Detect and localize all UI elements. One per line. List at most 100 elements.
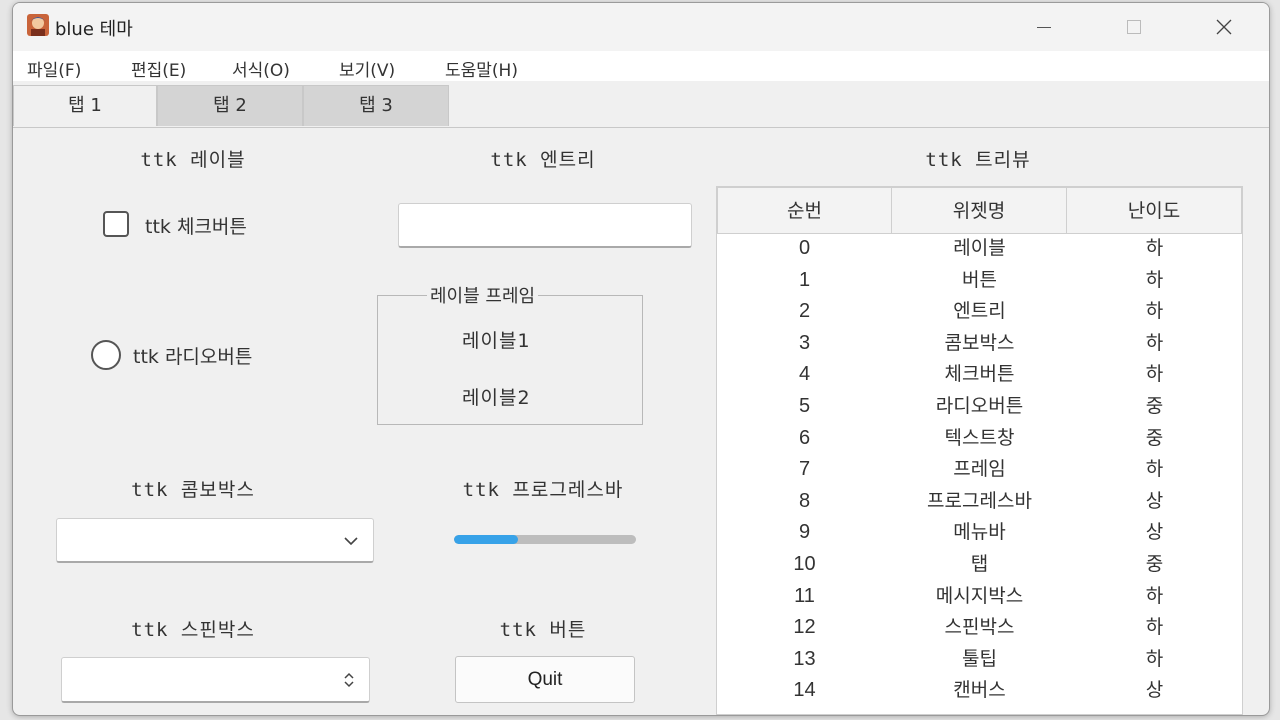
menu-edit[interactable]: 편집(E): [131, 56, 186, 81]
cell-index: 4: [798, 363, 811, 386]
cell-difficulty: 중: [1145, 553, 1164, 575]
menu-bar: 파일(F) 편집(E) 서식(O) 보기(V) 도움말(H): [13, 51, 1269, 81]
cell-index: 2: [798, 300, 811, 323]
spinbox[interactable]: [61, 657, 370, 703]
cell-widget: 툴팁: [962, 647, 997, 670]
cell-widget: 콤보박스: [944, 331, 1015, 354]
cell-widget: 라디오버튼: [935, 395, 1024, 417]
cell-difficulty: 하: [1145, 584, 1164, 607]
cell-index: 7: [798, 458, 811, 481]
chevron-down-icon[interactable]: [343, 535, 359, 547]
cell-widget: 레이블: [953, 237, 1006, 259]
combobox-heading: ttk 콤보박스: [131, 479, 255, 501]
column-header-widget[interactable]: 위젯명: [891, 187, 1067, 234]
table-row[interactable]: 11 메시지박스 하: [717, 581, 1242, 613]
table-row[interactable]: 1 버튼 하: [717, 265, 1242, 297]
label-frame: 레이블 프레임 레이블1 레이블2: [377, 282, 643, 425]
cell-difficulty: 하: [1145, 458, 1164, 481]
cell-index: 1: [798, 268, 811, 291]
column-header-index[interactable]: 순번: [717, 187, 892, 234]
combobox[interactable]: [56, 518, 374, 563]
spinbox-heading: ttk 스핀박스: [131, 619, 255, 641]
menu-help[interactable]: 도움말(H): [445, 56, 518, 81]
minimize-button[interactable]: [1014, 3, 1074, 51]
radiobutton-label[interactable]: ttk 라디오버튼: [133, 342, 252, 369]
up-down-chevron-icon[interactable]: [342, 670, 356, 690]
cell-widget: 체크버튼: [944, 363, 1015, 386]
table-row[interactable]: 5 라디오버튼 중: [717, 391, 1242, 423]
cell-difficulty: 상: [1145, 489, 1164, 512]
table-row[interactable]: 10 탭 중: [717, 549, 1242, 581]
cell-index: 3: [798, 331, 811, 354]
close-button[interactable]: [1194, 3, 1254, 51]
avatar-icon: [27, 14, 49, 36]
tab-2[interactable]: 탭 2: [157, 85, 303, 126]
table-row[interactable]: 7 프레임 하: [717, 454, 1242, 486]
label-frame-title: 레이블 프레임: [427, 282, 539, 308]
button-heading: ttk 버튼: [499, 619, 587, 641]
cell-difficulty: 하: [1145, 237, 1164, 259]
table-row[interactable]: 14 캔버스 상: [717, 675, 1242, 707]
title-bar[interactable]: blue 테마: [13, 3, 1269, 51]
column-header-difficulty[interactable]: 난이도: [1066, 187, 1242, 234]
table-row[interactable]: 0 레이블 하: [717, 233, 1242, 265]
tab-strip: 탭 1 탭 2 탭 3: [13, 81, 1269, 128]
cell-difficulty: 하: [1145, 300, 1164, 323]
tab-content: ttk 레이블 ttk 체크버튼 ttk 라디오버튼 ttk 콤보박스 ttk …: [13, 127, 1269, 715]
cell-index: 0: [798, 237, 811, 259]
treeview-heading: ttk 트리뷰: [925, 149, 1031, 171]
progressbar: [454, 535, 636, 544]
table-row[interactable]: 13 툴팁 하: [717, 644, 1242, 676]
table-row[interactable]: 9 메뉴바 상: [717, 517, 1242, 549]
table-row[interactable]: 3 콤보박스 하: [717, 328, 1242, 360]
menu-file[interactable]: 파일(F): [27, 56, 81, 81]
app-window: blue 테마 파일(F) 편집(E) 서식(O) 보기(V) 도움말(H) 탭…: [12, 2, 1270, 716]
cell-difficulty: 하: [1145, 331, 1164, 354]
cell-index: 9: [798, 521, 811, 544]
cell-index: 5: [798, 395, 811, 417]
maximize-icon: [1127, 20, 1141, 34]
minimize-icon: [1037, 26, 1051, 28]
table-row[interactable]: 2 엔트리 하: [717, 296, 1242, 328]
quit-button[interactable]: Quit: [455, 656, 635, 703]
cell-widget: 메뉴바: [953, 521, 1006, 544]
cell-index: 8: [798, 489, 811, 512]
tab-1[interactable]: 탭 1: [13, 85, 157, 126]
cell-widget: 프로그레스바: [927, 489, 1032, 512]
cell-widget: 엔트리: [953, 300, 1006, 323]
cell-difficulty: 하: [1145, 616, 1164, 639]
cell-index: 13: [793, 647, 816, 670]
cell-difficulty: 중: [1145, 395, 1164, 417]
progressbar-fill: [454, 535, 518, 544]
cell-widget: 메시지박스: [935, 584, 1024, 607]
close-icon: [1216, 19, 1232, 35]
cell-widget: 탭: [970, 553, 989, 575]
table-row[interactable]: 8 프로그레스바 상: [717, 486, 1242, 518]
cell-index: 10: [793, 553, 816, 575]
treeview[interactable]: 순번 위젯명 난이도 0 레이블 하 1 버튼 하 2 엔트리 하 3 콤보박스 하 4 체크버튼 하 5 라디…: [716, 186, 1243, 715]
cell-difficulty: 하: [1145, 268, 1164, 291]
label-frame-label-2: 레이블2: [462, 387, 531, 409]
cell-index: 14: [793, 679, 816, 702]
checkbutton-label[interactable]: ttk 체크버튼: [145, 212, 247, 239]
window-title: blue 테마: [55, 19, 133, 40]
table-row[interactable]: 4 체크버튼 하: [717, 359, 1242, 391]
cell-difficulty: 중: [1145, 426, 1164, 449]
table-row[interactable]: 12 스핀박스 하: [717, 612, 1242, 644]
cell-index: 6: [798, 426, 811, 449]
maximize-button[interactable]: [1104, 3, 1164, 51]
cell-difficulty: 하: [1145, 363, 1164, 386]
radio-icon[interactable]: [91, 340, 121, 370]
tab-3[interactable]: 탭 3: [303, 85, 449, 126]
cell-difficulty: 상: [1145, 521, 1164, 544]
label-frame-label-1: 레이블1: [462, 330, 531, 352]
checkbox-icon[interactable]: [103, 211, 129, 237]
progressbar-heading: ttk 프로그레스바: [462, 479, 624, 501]
cell-widget: 프레임: [953, 458, 1006, 481]
entry-field[interactable]: [398, 203, 692, 248]
menu-format[interactable]: 서식(O): [232, 56, 290, 81]
cell-widget: 텍스트창: [944, 426, 1015, 449]
table-row[interactable]: 6 텍스트창 중: [717, 423, 1242, 455]
cell-widget: 스핀박스: [944, 616, 1015, 639]
menu-view[interactable]: 보기(V): [339, 56, 395, 81]
